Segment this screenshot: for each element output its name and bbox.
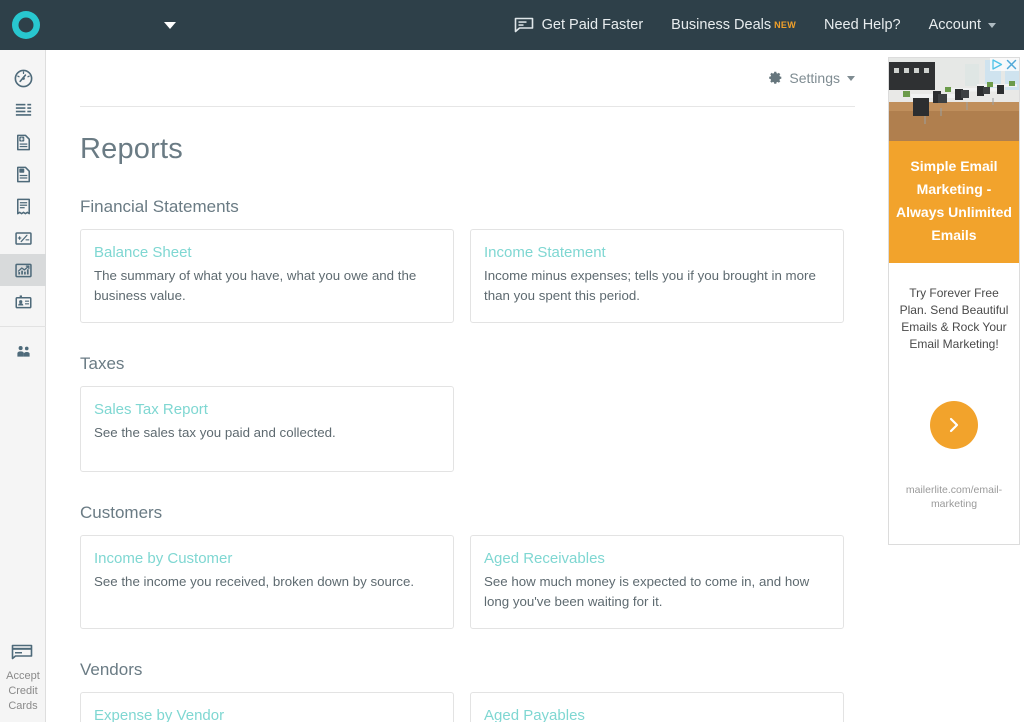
speedometer-icon xyxy=(14,69,32,87)
section-cards-vendors: Expense by Vendor See what you paid in e… xyxy=(80,692,887,722)
header-divider xyxy=(80,106,855,107)
ad-controls xyxy=(990,58,1019,71)
document-plus-icon xyxy=(16,134,30,150)
calculator-plus-minus-icon xyxy=(14,231,32,245)
sidebar-item-reports[interactable] xyxy=(0,254,46,286)
sidebar-item-bills[interactable] xyxy=(0,158,46,190)
left-sidebar: Accept Credit Cards xyxy=(0,50,46,722)
report-link[interactable]: Sales Tax Report xyxy=(94,401,440,418)
advertisement-panel: Simple Email Marketing - Always Unlimite… xyxy=(888,50,1024,722)
section-title-taxes: Taxes xyxy=(80,354,125,373)
nav-label: Account xyxy=(928,17,981,33)
section-title-vendors: Vendors xyxy=(80,660,143,679)
nav-account[interactable]: Account xyxy=(915,0,1010,50)
list-lines-icon xyxy=(15,103,31,116)
ad-body-text: Try Forever Free Plan. Send Beautiful Em… xyxy=(899,286,1009,351)
invoice-card-icon xyxy=(514,17,534,33)
new-badge: NEW xyxy=(774,20,797,30)
people-icon xyxy=(16,345,30,357)
report-card-sales-tax-report[interactable]: Sales Tax Report See the sales tax you p… xyxy=(80,386,454,472)
report-link[interactable]: Expense by Vendor xyxy=(94,707,440,722)
section-title-customers: Customers xyxy=(80,503,163,522)
report-description: The summary of what you have, what you o… xyxy=(94,268,417,303)
report-link[interactable]: Income Statement xyxy=(484,244,830,261)
report-link[interactable]: Aged Payables xyxy=(484,707,830,722)
nav-label: Need Help? xyxy=(824,17,901,33)
sidebar-divider xyxy=(0,326,46,327)
sidebar-item-journal[interactable] xyxy=(0,222,46,254)
nav-label: Get Paid Faster xyxy=(541,17,644,33)
sidebar-item-dashboard[interactable] xyxy=(0,62,46,94)
report-card-balance-sheet[interactable]: Balance Sheet The summary of what you ha… xyxy=(80,229,454,323)
company-switcher-caret-icon[interactable] xyxy=(164,21,176,29)
report-card-income-statement[interactable]: Income Statement Income minus expenses; … xyxy=(470,229,844,323)
advertisement[interactable]: Simple Email Marketing - Always Unlimite… xyxy=(888,57,1020,545)
settings-button[interactable]: Settings xyxy=(767,70,855,86)
nav-business-deals[interactable]: Business Deals NEW xyxy=(657,0,810,50)
chevron-down-icon xyxy=(988,22,996,28)
sidebar-bottom-promo[interactable]: Accept Credit Cards xyxy=(0,641,46,714)
nav-need-help[interactable]: Need Help? xyxy=(810,0,915,50)
report-description: Income minus expenses; tells you if you … xyxy=(484,268,816,303)
document-lines-icon xyxy=(16,166,30,182)
main-content: Settings Reports Financial Statements Ba… xyxy=(47,50,887,722)
sidebar-item-contacts[interactable] xyxy=(0,335,46,367)
sidebar-bottom-label: Accept Credit Cards xyxy=(6,670,40,712)
section-cards-customers: Income by Customer See the income you re… xyxy=(80,535,887,629)
page-title: Reports xyxy=(80,133,183,165)
report-card-expense-by-vendor[interactable]: Expense by Vendor See what you paid in e… xyxy=(80,692,454,722)
brand-logo[interactable] xyxy=(8,7,44,43)
report-description: See the income you received, broken down… xyxy=(94,574,415,589)
ad-display-url: mailerlite.com/email-marketing xyxy=(905,484,1003,510)
report-link[interactable]: Income by Customer xyxy=(94,550,440,567)
wave-circle-logo xyxy=(12,11,40,39)
report-card-income-by-customer[interactable]: Income by Customer See the income you re… xyxy=(80,535,454,629)
chevron-down-icon xyxy=(847,75,855,81)
credit-card-icon xyxy=(11,644,33,660)
report-description: See how much money is expected to come i… xyxy=(484,574,810,609)
report-link[interactable]: Balance Sheet xyxy=(94,244,440,261)
receipt-icon xyxy=(16,198,30,214)
ad-headline: Simple Email Marketing - Always Unlimite… xyxy=(889,141,1019,263)
sidebar-item-transactions[interactable] xyxy=(0,94,46,126)
bar-chart-arrow-icon xyxy=(14,263,32,277)
ad-choices-icon[interactable] xyxy=(992,59,1003,70)
ad-cta-button[interactable] xyxy=(930,401,978,449)
settings-label: Settings xyxy=(789,70,840,86)
section-title-financial-statements: Financial Statements xyxy=(80,197,239,216)
sidebar-item-invoices[interactable] xyxy=(0,126,46,158)
report-card-aged-receivables[interactable]: Aged Receivables See how much money is e… xyxy=(470,535,844,629)
close-icon[interactable] xyxy=(1006,59,1017,70)
report-description: See the sales tax you paid and collected… xyxy=(94,425,336,440)
section-cards-taxes: Sales Tax Report See the sales tax you p… xyxy=(80,386,887,472)
section-cards-financial-statements: Balance Sheet The summary of what you ha… xyxy=(80,229,887,323)
id-card-icon xyxy=(14,294,32,308)
chevron-right-icon xyxy=(949,417,959,433)
nav-get-paid-faster[interactable]: Get Paid Faster xyxy=(500,0,658,50)
nav-label: Business Deals xyxy=(671,17,772,33)
sidebar-item-payroll[interactable] xyxy=(0,286,46,318)
settings-row: Settings xyxy=(47,50,887,106)
report-link[interactable]: Aged Receivables xyxy=(484,550,830,567)
sidebar-item-receipts[interactable] xyxy=(0,190,46,222)
top-navigation: Get Paid Faster Business Deals NEW Need … xyxy=(500,0,1010,50)
report-card-aged-payables[interactable]: Aged Payables See the expenses you haven… xyxy=(470,692,844,722)
top-header-bar: Get Paid Faster Business Deals NEW Need … xyxy=(0,0,1024,50)
gear-icon xyxy=(767,70,783,86)
